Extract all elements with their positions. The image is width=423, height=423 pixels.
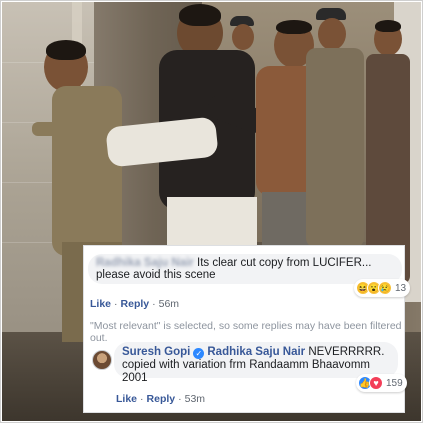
reply-link[interactable]: Reply	[121, 298, 150, 310]
reaction-count: 159	[386, 377, 403, 389]
comment-timestamp[interactable]: 56m	[159, 298, 179, 310]
reply-text: Suresh Gopi ✓ Radhika Saju Nair NEVERRRRR.…	[122, 346, 392, 385]
reply-link[interactable]: Reply	[147, 393, 176, 405]
love-icon: ♥	[369, 376, 383, 390]
like-link[interactable]: Like	[90, 298, 111, 310]
screenshot-frame: Radhika Saju Nair Its clear cut copy fro…	[0, 0, 423, 423]
facebook-comments-panel: Radhika Saju Nair Its clear cut copy fro…	[83, 245, 411, 413]
reply-bubble: Suresh Gopi ✓ Radhika Saju Nair NEVERRRRR.…	[114, 342, 398, 384]
mention-link[interactable]: Radhika Saju Nair	[207, 346, 305, 358]
comment-author-blurred[interactable]: Radhika Saju Nair	[96, 257, 194, 269]
verified-badge-icon: ✓	[193, 348, 205, 359]
like-link[interactable]: Like	[116, 393, 137, 405]
avatar[interactable]	[92, 350, 112, 370]
comment-bubble: Radhika Saju Nair Its clear cut copy fro…	[88, 254, 402, 284]
comment-reactions[interactable]: 😆 😮 😢 13	[354, 279, 411, 297]
filter-notice: "Most relevant" is selected, so some rep…	[90, 320, 402, 344]
figure-policeman-left-background	[224, 16, 264, 76]
reaction-count: 13	[395, 282, 407, 294]
comment-actions: Like · Reply · 56m	[90, 298, 180, 310]
sad-icon: 😢	[378, 281, 392, 295]
reply-timestamp[interactable]: 53m	[185, 393, 205, 405]
reply-actions: Like · Reply · 53m	[116, 393, 206, 405]
reply-reactions[interactable]: 👍 ♥ 159	[356, 374, 407, 392]
reply-author[interactable]: Suresh Gopi	[122, 346, 190, 358]
comment-text: Radhika Saju Nair Its clear cut copy fro…	[96, 257, 396, 281]
